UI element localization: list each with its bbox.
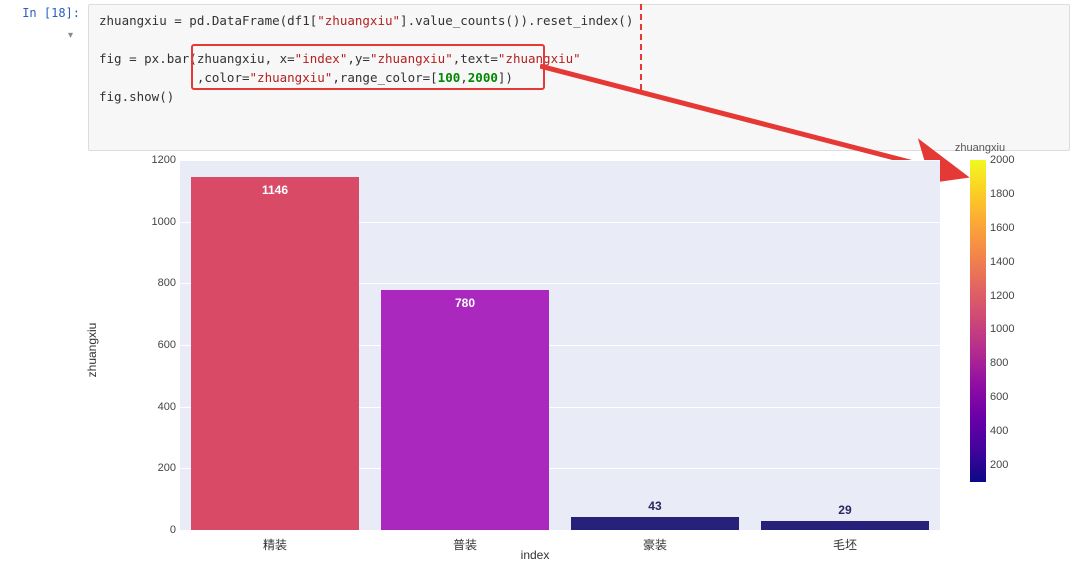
- y-tick-label: 1000: [140, 216, 176, 228]
- margin-guide: [640, 4, 642, 90]
- x-tick-label: 豪装: [643, 536, 667, 553]
- y-tick-label: 0: [140, 524, 176, 536]
- code-text: ,range_color=[: [332, 70, 437, 85]
- colorbar-title: zhuangxiu: [940, 142, 1020, 154]
- colorbar-gradient: [970, 160, 986, 482]
- colorbar-tick-label: 1800: [990, 188, 1014, 200]
- prompt-suffix: ]:: [66, 6, 80, 20]
- bar[interactable]: 43: [571, 517, 738, 530]
- code-number: 100: [438, 70, 461, 85]
- x-tick-label: 精装: [263, 536, 287, 553]
- colorbar-tick-label: 800: [990, 357, 1008, 369]
- bar-chart[interactable]: zhuangxiu 020040060080010001200114678043…: [100, 140, 970, 560]
- bar[interactable]: 1146: [191, 177, 358, 530]
- y-tick-label: 800: [140, 277, 176, 289]
- colorbar-tick-label: 600: [990, 391, 1008, 403]
- plot-area[interactable]: 02004006008001000120011467804329: [180, 160, 940, 530]
- code-number: 2000: [468, 70, 498, 85]
- code-text: ,text=: [453, 51, 498, 66]
- bar-value-label: 29: [761, 503, 928, 517]
- colorbar: zhuangxiu 200400600800100012001400160018…: [970, 160, 986, 482]
- y-axis-label: zhuangxiu: [85, 323, 99, 378]
- colorbar-tick-label: 2000: [990, 154, 1014, 166]
- code-text: ,color=: [99, 70, 250, 85]
- x-tick-label: 毛坯: [833, 536, 857, 553]
- y-tick-label: 1200: [140, 154, 176, 166]
- colorbar-tick-label: 400: [990, 425, 1008, 437]
- code-text: ,: [460, 70, 468, 85]
- x-tick-label: 普装: [453, 536, 477, 553]
- cell-prompt: In [18]:: [0, 4, 88, 151]
- bar-value-label: 43: [571, 499, 738, 513]
- code-string: "zhuangxiu": [250, 70, 333, 85]
- colorbar-tick-label: 1400: [990, 256, 1014, 268]
- y-tick-label: 600: [140, 339, 176, 351]
- y-tick-label: 200: [140, 462, 176, 474]
- colorbar-tick-label: 1600: [990, 222, 1014, 234]
- colorbar-tick-label: 200: [990, 459, 1008, 471]
- bar[interactable]: 29: [761, 521, 928, 530]
- x-axis-label: index: [521, 548, 550, 562]
- code-text: ]): [498, 70, 513, 85]
- code-editor[interactable]: zhuangxiu = pd.DataFrame(df1["zhuangxiu"…: [88, 4, 1070, 151]
- code-text: fig = px.bar(zhuangxiu, x=: [99, 51, 295, 66]
- code-text: ].value_counts()).reset_index(): [400, 13, 633, 28]
- code-string: "index": [295, 51, 348, 66]
- bar-value-label: 780: [381, 296, 548, 310]
- gridline: [180, 160, 940, 161]
- code-text: ,y=: [347, 51, 370, 66]
- colorbar-tick-label: 1000: [990, 323, 1014, 335]
- code-text: fig.show(): [99, 89, 174, 104]
- code-string: "zhuangxiu": [498, 51, 581, 66]
- y-tick-label: 400: [140, 401, 176, 413]
- code-text: zhuangxiu = pd.DataFrame(df1[: [99, 13, 317, 28]
- bar-value-label: 1146: [191, 183, 358, 197]
- prompt-number: 18: [51, 6, 65, 20]
- code-wrap: zhuangxiu = pd.DataFrame(df1["zhuangxiu"…: [88, 4, 1070, 151]
- collapse-icon[interactable]: ▾: [68, 30, 73, 41]
- page: In [18]: ▾ zhuangxiu = pd.DataFrame(df1[…: [0, 0, 1080, 577]
- gridline: [180, 530, 940, 531]
- code-string: "zhuangxiu": [317, 13, 400, 28]
- bar[interactable]: 780: [381, 290, 548, 531]
- colorbar-tick-label: 1200: [990, 290, 1014, 302]
- prompt-prefix: In [: [22, 6, 51, 20]
- code-string: "zhuangxiu": [370, 51, 453, 66]
- code-cell: In [18]: ▾ zhuangxiu = pd.DataFrame(df1[…: [0, 0, 1080, 151]
